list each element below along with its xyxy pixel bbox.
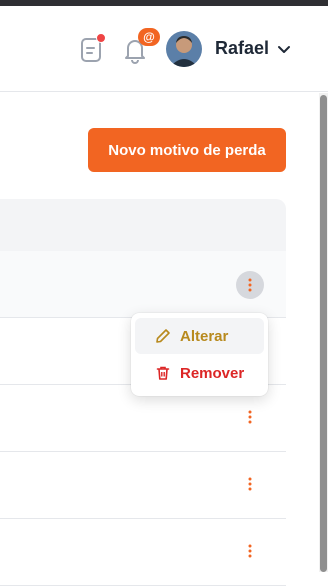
pencil-icon: [156, 329, 170, 343]
kebab-icon: [248, 477, 252, 491]
menu-item-remover[interactable]: Remover: [135, 355, 264, 391]
menu-item-label: Remover: [180, 364, 245, 382]
kebab-icon: [248, 544, 252, 558]
menu-item-alterar[interactable]: Alterar: [135, 318, 264, 354]
menu-item-label: Alterar: [180, 327, 229, 345]
kebab-icon: [248, 410, 252, 424]
row-actions-button[interactable]: [236, 537, 264, 565]
user-name[interactable]: Rafael: [215, 38, 269, 59]
scrollbar-thumb[interactable]: [320, 95, 327, 572]
vertical-scrollbar[interactable]: [319, 93, 328, 572]
table-row: [0, 519, 286, 586]
row-context-menu: Alterar Remover: [131, 313, 268, 396]
table-header: [0, 199, 286, 251]
trash-icon: [156, 366, 170, 380]
notes-button[interactable]: [80, 33, 106, 64]
new-loss-reason-button[interactable]: Novo motivo de perda: [88, 128, 286, 172]
avatar-photo: [166, 31, 202, 67]
kebab-icon: [248, 278, 252, 292]
notification-dot: [96, 33, 106, 43]
main-content: Novo motivo de perda Alterar Remover: [0, 93, 318, 586]
table-row: [0, 452, 286, 519]
table-row: [0, 251, 286, 318]
chevron-down-icon[interactable]: [277, 42, 291, 56]
notifications-button[interactable]: @: [122, 28, 160, 66]
row-actions-button[interactable]: [236, 271, 264, 299]
avatar[interactable]: [166, 31, 202, 67]
row-actions-button[interactable]: [236, 470, 264, 498]
mention-badge: @: [138, 28, 160, 46]
row-actions-button[interactable]: [236, 403, 264, 431]
app-header: @ Rafael: [0, 6, 328, 92]
